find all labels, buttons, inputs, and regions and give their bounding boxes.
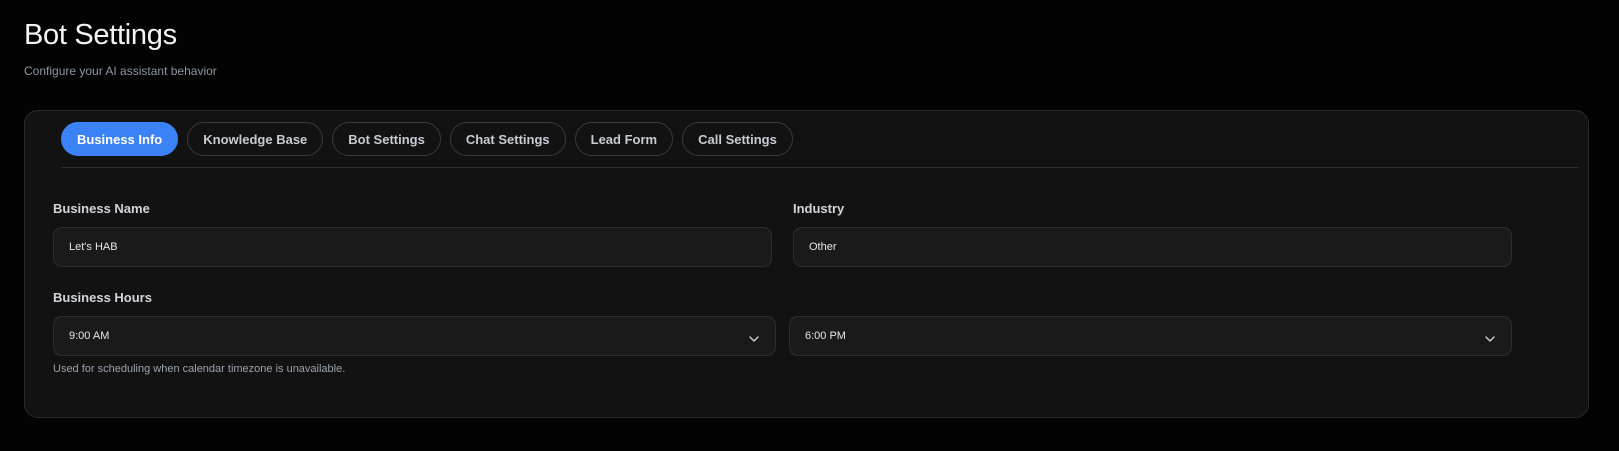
close-time-value: 6:00 PM <box>805 330 846 342</box>
open-time-value: 9:00 AM <box>69 330 110 342</box>
business-name-value: Let's HAB <box>69 241 118 253</box>
tab-call-settings[interactable]: Call Settings <box>682 122 793 156</box>
tab-bot-settings[interactable]: Bot Settings <box>332 122 441 156</box>
close-time-select[interactable]: 6:00 PM <box>789 316 1512 356</box>
tabs-divider <box>61 167 1579 168</box>
tab-chat-settings[interactable]: Chat Settings <box>449 122 566 156</box>
page-header: Bot Settings Configure your AI assistant… <box>24 18 217 78</box>
tab-lead-form[interactable]: Lead Form <box>574 122 674 156</box>
business-hours-label: Business Hours <box>53 290 152 305</box>
industry-input[interactable]: Other <box>793 227 1512 267</box>
tab-bar: Business Info Knowledge Base Bot Setting… <box>61 122 793 156</box>
tab-business-info[interactable]: Business Info <box>61 122 179 156</box>
page-subtitle: Configure your AI assistant behavior <box>24 64 217 78</box>
industry-value: Other <box>809 241 837 253</box>
industry-label: Industry <box>793 201 845 216</box>
business-hours-help-text: Used for scheduling when calendar timezo… <box>53 363 346 375</box>
page-title: Bot Settings <box>24 19 177 51</box>
chevron-down-icon <box>1485 335 1495 342</box>
settings-card: Business Info Knowledge Base Bot Setting… <box>24 110 1589 418</box>
tab-knowledge-base[interactable]: Knowledge Base <box>187 122 324 156</box>
chevron-down-icon <box>749 335 759 342</box>
open-time-select[interactable]: 9:00 AM <box>53 316 776 356</box>
business-name-input[interactable]: Let's HAB <box>53 227 772 267</box>
business-name-label: Business Name <box>53 201 150 216</box>
